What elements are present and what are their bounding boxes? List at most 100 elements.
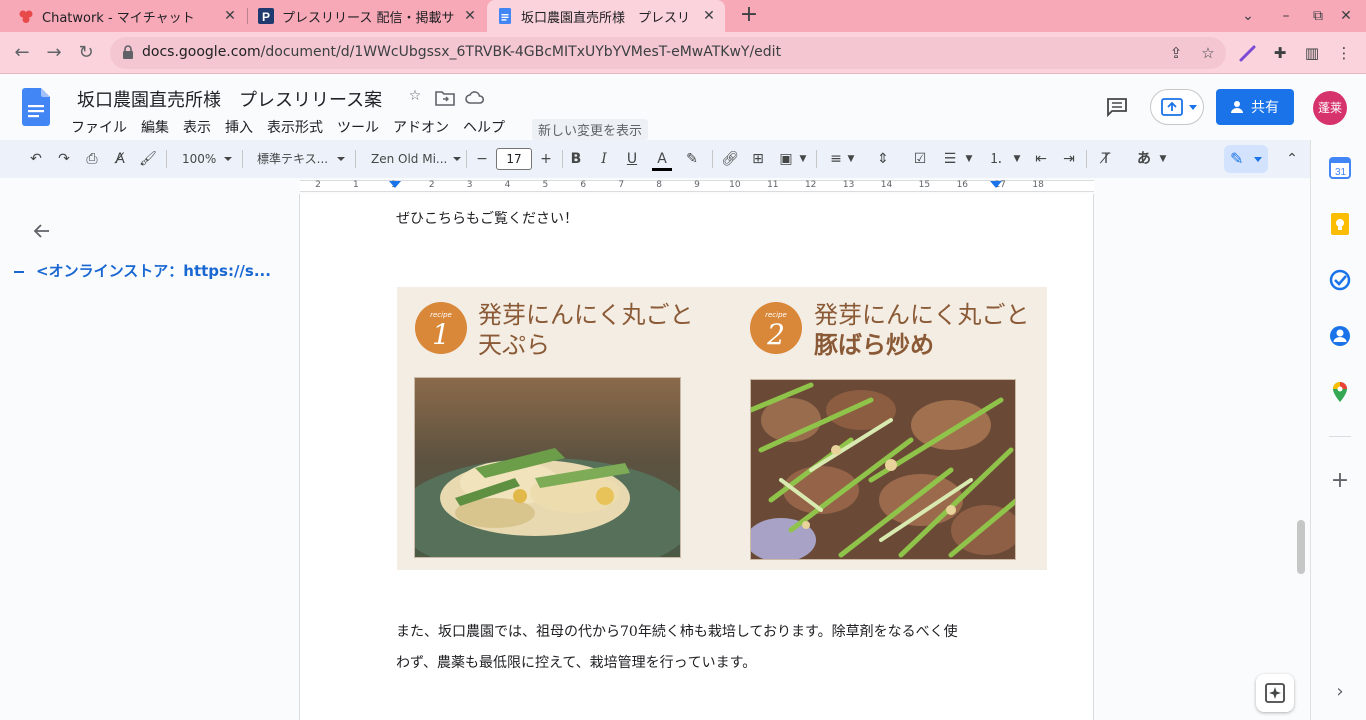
chevron-down-icon[interactable]: ▼ (798, 149, 808, 169)
maps-icon[interactable] (1329, 381, 1351, 403)
tempura-photo (414, 377, 681, 558)
outline-item[interactable]: <オンラインストア：https://s... (14, 260, 271, 281)
font-size-field[interactable]: 17 (496, 148, 532, 170)
font-family-select[interactable]: Zen Old Mi... (371, 149, 461, 169)
highlight-color-icon[interactable]: ✎ (682, 149, 702, 169)
numbered-list-icon[interactable]: ⒈ (986, 149, 1006, 169)
star-icon[interactable]: ☆ (405, 88, 425, 106)
document-page[interactable]: ぜひこちらもご覧ください！ recipe 1 発芽にんにく丸ごと 天ぷら rec… (299, 194, 1094, 720)
checklist-icon[interactable]: ☑ (910, 149, 930, 169)
increase-indent-icon[interactable]: ⇥ (1059, 149, 1079, 169)
increase-font-size-button[interactable]: + (536, 149, 556, 169)
avatar[interactable]: 蓬莱 (1313, 91, 1347, 125)
close-tab-icon[interactable]: ✕ (222, 8, 238, 24)
right-indent-marker[interactable] (990, 181, 1002, 188)
google-docs-logo-icon[interactable] (22, 88, 50, 126)
recipe-title-1: 発芽にんにく丸ごと 天ぷら (478, 301, 694, 359)
decrease-indent-icon[interactable]: ⇤ (1031, 149, 1051, 169)
paint-format-icon[interactable]: 🖌 (138, 149, 158, 169)
share-page-icon[interactable]: ⇪ (1166, 43, 1186, 63)
divider (1329, 436, 1351, 437)
restore-icon[interactable]: ⧉ (1308, 6, 1328, 26)
tab-chatwork[interactable]: Chatwork - マイチャット ✕ (0, 0, 246, 32)
close-window-icon[interactable]: ✕ (1336, 6, 1356, 26)
input-tools-button[interactable]: あ (1134, 149, 1154, 169)
url-field[interactable]: docs.google.com/document/d/1WWcUbgssx_6T… (110, 37, 1226, 69)
new-tab-button[interactable]: + (737, 4, 761, 28)
extension-feather-icon[interactable] (1238, 43, 1258, 63)
last-edit-link[interactable]: 新しい変更を表示 (532, 119, 649, 140)
document-title[interactable]: 坂口農園直売所様 プレスリリース案 (77, 86, 382, 112)
menu-addons[interactable]: アドオン (393, 117, 449, 137)
docs-header: 坂口農園直売所様 プレスリリース案 ☆ ファイル 編集 表示 挿入 表示形式 ツ… (0, 75, 1366, 140)
stirfry-photo (750, 379, 1016, 560)
add-addon-icon[interactable]: + (1329, 470, 1351, 492)
arrow-back-icon[interactable] (32, 221, 52, 241)
align-icon[interactable]: ≡ (826, 149, 846, 169)
menu-help[interactable]: ヘルプ (463, 117, 505, 137)
chevron-down-icon[interactable]: ▼ (1158, 149, 1168, 169)
close-tab-icon[interactable]: ✕ (701, 8, 717, 24)
menu-tools[interactable]: ツール (337, 117, 379, 137)
body-text-line: わず、農薬も最低限に控えて、栽培管理を行っています。 (396, 655, 757, 671)
menu-view[interactable]: 表示 (183, 117, 211, 137)
bookmark-star-icon[interactable]: ☆ (1198, 43, 1218, 63)
back-icon[interactable]: ← (10, 41, 34, 65)
tab-press-release[interactable]: P プレスリリース 配信・掲載サ ✕ (248, 0, 486, 32)
bulleted-list-icon[interactable]: ☰ (940, 149, 960, 169)
keep-icon[interactable] (1329, 213, 1351, 235)
add-comment-icon[interactable]: ⊞ (748, 149, 768, 169)
hide-menus-icon[interactable]: ⌃ (1282, 149, 1302, 169)
extensions-puzzle-icon[interactable]: ✚ (1270, 43, 1290, 63)
minimize-icon[interactable]: – (1276, 6, 1296, 26)
ruler-tick-label: 6 (580, 180, 587, 190)
close-tab-icon[interactable]: ✕ (462, 8, 478, 24)
spellcheck-icon[interactable]: A̸ (110, 149, 130, 169)
ruler-track[interactable]: 2 1 1 2 3 4 5 6 7 8 9 10 11 12 13 14 15 16 17 18 (300, 180, 1094, 192)
chevron-down-icon[interactable]: ▼ (1012, 149, 1022, 169)
underline-icon[interactable]: U (622, 149, 642, 169)
side-panel-icon[interactable]: ▥ (1302, 43, 1322, 63)
ruler-tick-label: 12 (804, 180, 817, 190)
decrease-font-size-button[interactable]: − (472, 149, 492, 169)
menu-edit[interactable]: 編集 (141, 117, 169, 137)
insert-link-icon[interactable]: 🔗︎ (720, 149, 740, 169)
comment-history-icon[interactable] (1106, 97, 1128, 117)
move-folder-icon[interactable] (435, 89, 455, 107)
recipe-image[interactable]: recipe 1 発芽にんにく丸ごと 天ぷら recipe 2 発芽にんにく丸ご… (397, 287, 1047, 570)
left-indent-marker[interactable] (389, 181, 401, 188)
browser-menu-icon[interactable]: ⋮ (1334, 43, 1354, 63)
chevron-down-icon[interactable]: ▼ (846, 149, 856, 169)
tasks-icon[interactable] (1329, 269, 1351, 291)
undo-icon[interactable]: ↶ (26, 149, 46, 169)
contacts-icon[interactable] (1329, 325, 1351, 347)
tab-search-icon[interactable]: ⌄ (1238, 6, 1258, 26)
paragraph-style-select[interactable]: 標準テキス... (257, 149, 345, 169)
document-canvas: <オンラインストア：https://s... ぜひこちらもご覧ください！ rec… (0, 194, 1310, 720)
recipe-badge-2: recipe 2 (750, 302, 802, 354)
redo-icon[interactable]: ↷ (54, 149, 74, 169)
insert-image-icon[interactable]: ▣ (776, 149, 796, 169)
chevron-right-icon[interactable]: › (1329, 681, 1351, 703)
reload-icon[interactable]: ↻ (74, 41, 98, 65)
editing-mode-button[interactable]: ✎ (1224, 145, 1268, 173)
print-icon[interactable]: ⎙ (82, 149, 102, 169)
calendar-icon[interactable]: 31 (1329, 157, 1351, 179)
explore-button[interactable] (1256, 674, 1294, 712)
cloud-saved-icon[interactable] (465, 89, 485, 107)
italic-icon[interactable]: I (594, 149, 614, 169)
tab-google-docs[interactable]: 坂口農園直売所様 プレスリ ✕ (487, 0, 725, 32)
menu-file[interactable]: ファイル (71, 117, 127, 137)
menu-format[interactable]: 表示形式 (267, 117, 323, 137)
zoom-select[interactable]: 100% (182, 149, 232, 169)
present-button[interactable] (1150, 89, 1204, 125)
text-color-icon[interactable]: A (650, 149, 674, 171)
line-spacing-icon[interactable]: ⇕ (873, 149, 893, 169)
menu-insert[interactable]: 挿入 (225, 117, 253, 137)
vertical-scrollbar-thumb[interactable] (1297, 520, 1305, 574)
share-button[interactable]: 共有 (1216, 89, 1294, 125)
clear-formatting-icon[interactable]: T̸ (1096, 149, 1116, 169)
bold-icon[interactable]: B (566, 149, 586, 169)
forward-icon[interactable]: → (42, 41, 66, 65)
chevron-down-icon[interactable]: ▼ (964, 149, 974, 169)
